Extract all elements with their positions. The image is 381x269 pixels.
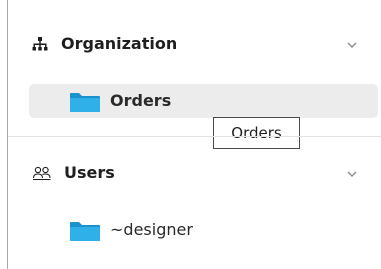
folder-icon [69, 221, 101, 245]
section-header-users[interactable]: Users [8, 158, 381, 188]
section-title-users: Users [64, 163, 115, 182]
folder-icon [69, 92, 101, 116]
section-header-organization[interactable]: Organization [8, 29, 381, 59]
tree-item-orders[interactable]: Orders [29, 84, 378, 118]
users-icon [32, 165, 52, 185]
section-divider [8, 136, 381, 137]
org-chart-icon [32, 36, 48, 56]
chevron-down-icon[interactable] [345, 166, 359, 185]
chevron-down-icon[interactable] [345, 37, 359, 56]
tooltip: Orders [213, 117, 300, 149]
section-title-organization: Organization [61, 34, 178, 53]
tree-item-label: ~designer [110, 220, 193, 239]
tree-item-label: Orders [110, 91, 172, 110]
tree-item-designer[interactable]: ~designer [29, 213, 378, 247]
